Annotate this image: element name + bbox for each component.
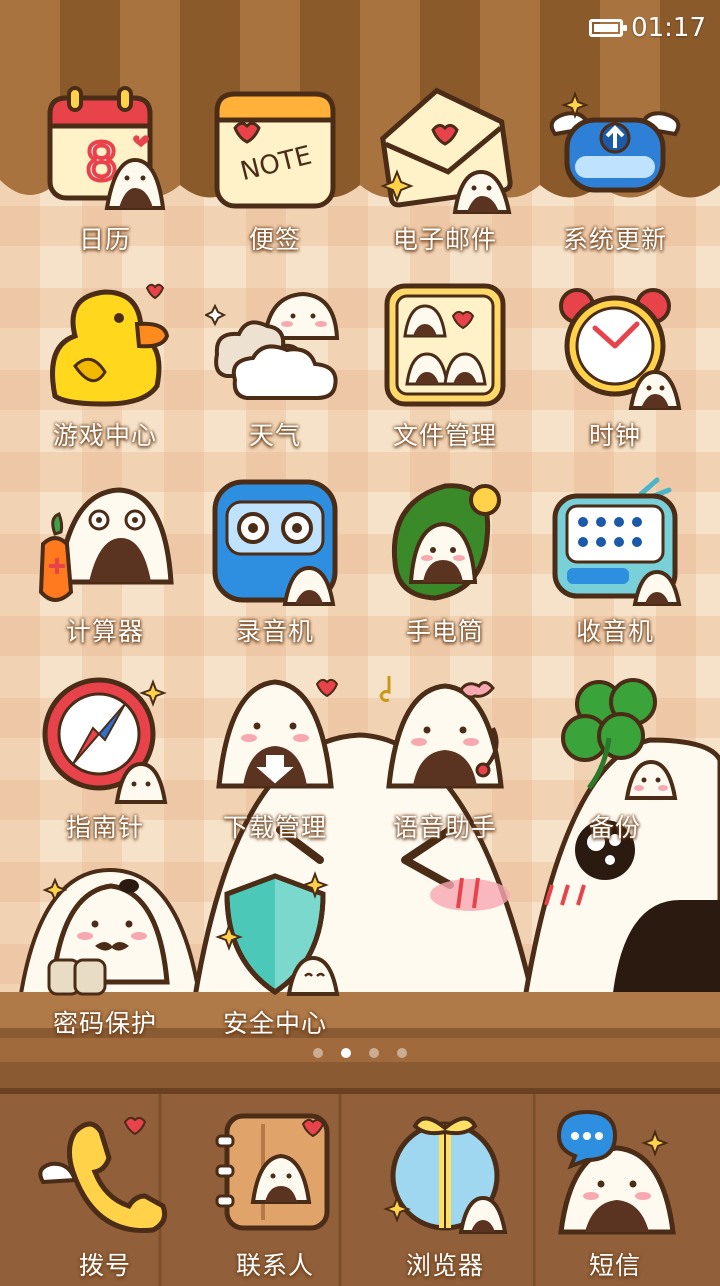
alarm-clock-icon bbox=[559, 288, 682, 410]
dock-app-phone[interactable]: 拨号 bbox=[20, 1102, 190, 1282]
app-label: 游戏中心 bbox=[52, 421, 157, 450]
status-time: 01:17 bbox=[631, 13, 706, 43]
page-indicator[interactable] bbox=[0, 1048, 720, 1058]
phone-icon bbox=[38, 1116, 168, 1234]
dock-app-label: 拨号 bbox=[78, 1251, 131, 1280]
calculator-icon bbox=[38, 487, 174, 602]
shield-icon bbox=[215, 871, 340, 996]
app-compass[interactable]: 指南针 bbox=[20, 668, 190, 848]
app-label: 时钟 bbox=[588, 421, 641, 450]
app-label: 备份 bbox=[588, 813, 641, 842]
dock-app-contacts[interactable]: 联系人 bbox=[190, 1102, 360, 1282]
radio-icon bbox=[552, 477, 682, 606]
app-label: 密码保护 bbox=[52, 1009, 157, 1038]
dock-app-label: 短信 bbox=[588, 1251, 641, 1280]
dock-app-sms[interactable]: 短信 bbox=[530, 1102, 700, 1282]
compass-icon bbox=[42, 677, 168, 804]
app-label: 安全中心 bbox=[222, 1009, 327, 1038]
app-flashlight[interactable]: 手电筒 bbox=[360, 472, 530, 652]
dock-app-label: 浏览器 bbox=[405, 1251, 484, 1280]
calendar-icon: 8 bbox=[47, 86, 166, 210]
app-label: 天气 bbox=[248, 421, 301, 450]
clover-icon bbox=[561, 678, 678, 800]
dock: 拨号 联系人 浏览器 短信 bbox=[0, 1088, 720, 1286]
app-label: 语音助手 bbox=[392, 813, 497, 842]
app-label: 便签 bbox=[248, 225, 301, 254]
status-bar: 01:17 bbox=[589, 10, 706, 46]
voice-assistant-icon bbox=[379, 676, 504, 789]
email-icon bbox=[380, 87, 513, 214]
page-dot[interactable] bbox=[397, 1048, 407, 1058]
app-file-manager[interactable]: 文件管理 bbox=[360, 276, 530, 456]
password-icon bbox=[42, 877, 170, 996]
app-recorder[interactable]: 录音机 bbox=[190, 472, 360, 652]
dock-app-label: 联系人 bbox=[235, 1251, 314, 1280]
recorder-icon bbox=[212, 479, 338, 606]
page-dot[interactable] bbox=[369, 1048, 379, 1058]
app-label: 计算器 bbox=[65, 617, 144, 646]
page-dot-active[interactable] bbox=[341, 1048, 351, 1058]
browser-icon bbox=[383, 1116, 508, 1234]
app-label: 指南针 bbox=[65, 813, 144, 842]
app-security-center[interactable]: 安全中心 bbox=[190, 864, 360, 1044]
duck-icon bbox=[50, 283, 170, 407]
app-label: 手电筒 bbox=[405, 617, 484, 646]
download-icon bbox=[216, 678, 339, 789]
page-dot[interactable] bbox=[313, 1048, 323, 1058]
app-clock[interactable]: 时钟 bbox=[530, 276, 700, 456]
app-radio[interactable]: 收音机 bbox=[530, 472, 700, 652]
app-email[interactable]: 电子邮件 bbox=[360, 80, 530, 260]
app-label: 电子邮件 bbox=[392, 225, 497, 254]
app-calendar[interactable]: 8 日历 bbox=[20, 80, 190, 260]
contacts-icon bbox=[215, 1113, 330, 1231]
dock-app-browser[interactable]: 浏览器 bbox=[360, 1102, 530, 1282]
app-label: 文件管理 bbox=[392, 421, 497, 450]
app-password-protection[interactable]: 密码保护 bbox=[20, 864, 190, 1044]
weather-icon bbox=[205, 291, 340, 400]
app-backup[interactable]: 备份 bbox=[530, 668, 700, 848]
app-label: 系统更新 bbox=[562, 225, 667, 254]
app-note[interactable]: NOTE 便签 bbox=[190, 80, 360, 260]
app-label: 收音机 bbox=[575, 617, 654, 646]
app-download-manager[interactable]: 下载管理 bbox=[190, 668, 360, 848]
sms-icon bbox=[556, 1109, 676, 1235]
app-label: 日历 bbox=[78, 225, 131, 254]
system-update-icon bbox=[549, 91, 681, 193]
battery-icon bbox=[589, 19, 628, 37]
app-weather[interactable]: 天气 bbox=[190, 276, 360, 456]
app-voice-assistant[interactable]: 语音助手 bbox=[360, 668, 530, 848]
flashlight-icon bbox=[391, 483, 501, 601]
app-calculator[interactable]: 计算器 bbox=[20, 472, 190, 652]
app-label: 录音机 bbox=[235, 617, 314, 646]
app-label: 下载管理 bbox=[222, 813, 327, 842]
note-icon: NOTE bbox=[214, 91, 336, 209]
folder-icon bbox=[384, 283, 506, 407]
app-game-center[interactable]: 游戏中心 bbox=[20, 276, 190, 456]
app-system-update[interactable]: 系统更新 bbox=[530, 80, 700, 260]
